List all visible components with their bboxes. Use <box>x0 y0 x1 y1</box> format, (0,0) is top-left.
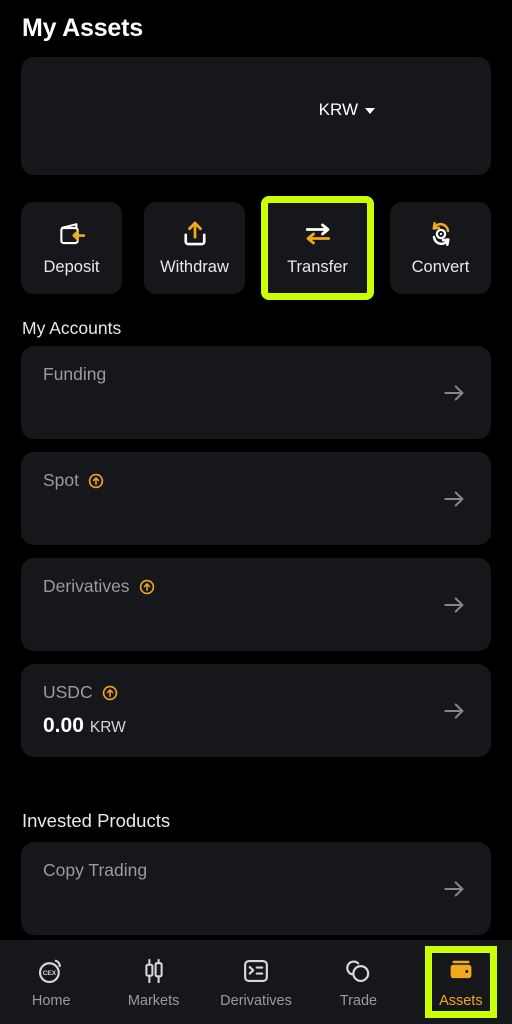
account-balance: 0.00 KRW <box>43 714 126 738</box>
invested-products-heading: Invested Products <box>22 810 171 831</box>
account-name: Derivatives <box>43 576 130 596</box>
currency-label: KRW <box>318 100 358 119</box>
account-name-row: Funding <box>43 364 106 385</box>
account-name: Spot <box>43 470 79 490</box>
nav-item-home[interactable]: CEX Home <box>0 940 102 1024</box>
transfer-arrows-icon <box>303 219 333 249</box>
balance-unit: KRW <box>89 719 126 736</box>
badge-up-icon <box>88 473 104 489</box>
cex-circle-icon: CEX <box>36 956 66 986</box>
account-card-funding[interactable]: Funding <box>21 346 491 439</box>
chevron-down-icon <box>365 108 375 114</box>
account-card-spot[interactable]: Spot <box>21 452 491 545</box>
upload-withdraw-icon <box>180 219 210 249</box>
nav-label: Trade <box>339 992 378 1009</box>
account-card-derivatives[interactable]: Derivatives <box>21 558 491 651</box>
wallet-deposit-icon <box>57 219 87 249</box>
wallet-filled-icon <box>446 956 476 986</box>
nav-label: Derivatives <box>220 992 292 1009</box>
currency-selector[interactable]: KRW <box>319 100 375 120</box>
action-label: Convert <box>411 258 470 276</box>
account-name-row: USDC <box>43 682 118 703</box>
convert-refresh-icon <box>426 219 456 249</box>
assets-screen: My Assets KRW Deposit Withdraw Transfer … <box>0 0 512 1024</box>
nav-item-markets[interactable]: Markets <box>102 940 204 1024</box>
account-name: Copy Trading <box>43 860 148 880</box>
action-button-withdraw[interactable]: Withdraw <box>144 202 245 294</box>
account-name: Funding <box>43 364 107 384</box>
action-button-deposit[interactable]: Deposit <box>21 202 122 294</box>
badge-up-icon <box>102 685 118 701</box>
page-title: My Assets <box>22 14 143 42</box>
badge-up-icon <box>139 579 155 595</box>
balance-amount: 0.00 <box>43 714 84 737</box>
account-card-copy-trading[interactable]: Copy Trading <box>21 842 491 935</box>
account-name-row: Copy Trading <box>43 860 147 881</box>
list-terminal-icon <box>241 956 271 986</box>
action-label: Withdraw <box>160 258 229 276</box>
bottom-navigation: CEX Home Markets Derivatives Trade Asset… <box>0 940 512 1024</box>
two-circles-icon <box>343 956 373 986</box>
account-name: USDC <box>43 682 93 702</box>
nav-label: Home <box>31 992 71 1009</box>
nav-item-trade[interactable]: Trade <box>307 940 409 1024</box>
my-accounts-heading: My Accounts <box>22 318 122 338</box>
balance-card: KRW <box>21 57 491 175</box>
nav-label: Assets <box>439 992 483 1009</box>
nav-item-derivatives[interactable]: Derivatives <box>205 940 307 1024</box>
nav-label: Markets <box>127 992 180 1009</box>
account-name-row: Derivatives <box>43 576 155 597</box>
action-label: Deposit <box>43 258 100 276</box>
action-button-convert[interactable]: Convert <box>390 202 491 294</box>
candlestick-icon <box>139 956 169 986</box>
account-card-usdc[interactable]: USDC 0.00 KRW <box>21 664 491 757</box>
svg-text:CEX: CEX <box>43 970 57 977</box>
account-name-row: Spot <box>43 470 104 491</box>
quick-actions: Deposit Withdraw Transfer Convert <box>21 196 491 300</box>
action-button-transfer[interactable]: Transfer <box>261 196 374 300</box>
nav-item-assets[interactable]: Assets <box>410 940 512 1024</box>
action-label: Transfer <box>287 258 348 276</box>
